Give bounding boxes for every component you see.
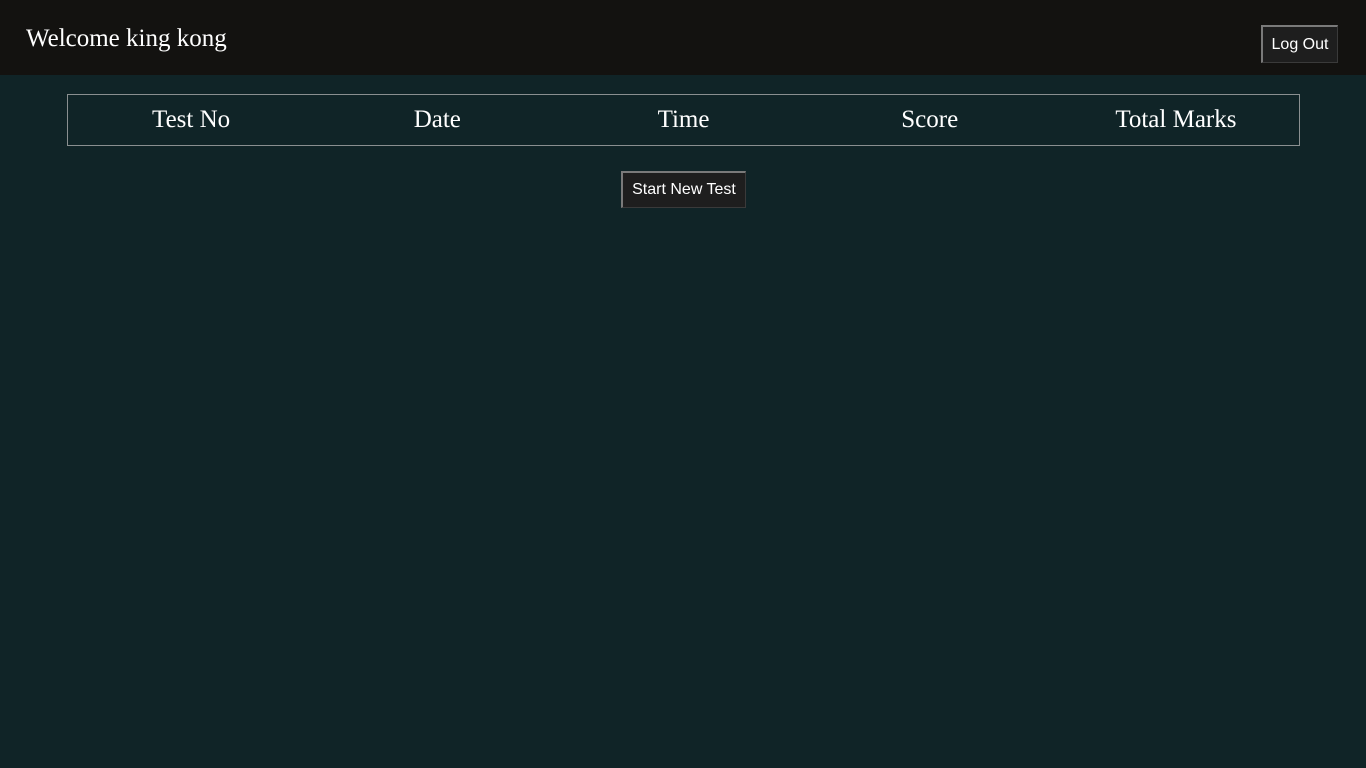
logout-button[interactable]: Log Out	[1261, 25, 1338, 63]
column-header-total-marks: Total Marks	[1115, 106, 1237, 133]
test-history-table-header: Test No Date Time Score Total Marks	[67, 94, 1300, 146]
start-new-test-button[interactable]: Start New Test	[621, 171, 746, 208]
column-header-score: Score	[901, 106, 959, 133]
welcome-message: Welcome king kong	[26, 25, 227, 52]
top-header-bar: Welcome king kong Log Out	[0, 0, 1366, 75]
column-header-date: Date	[413, 106, 461, 133]
column-header-time: Time	[657, 106, 710, 133]
column-header-test-no: Test No	[152, 106, 231, 133]
